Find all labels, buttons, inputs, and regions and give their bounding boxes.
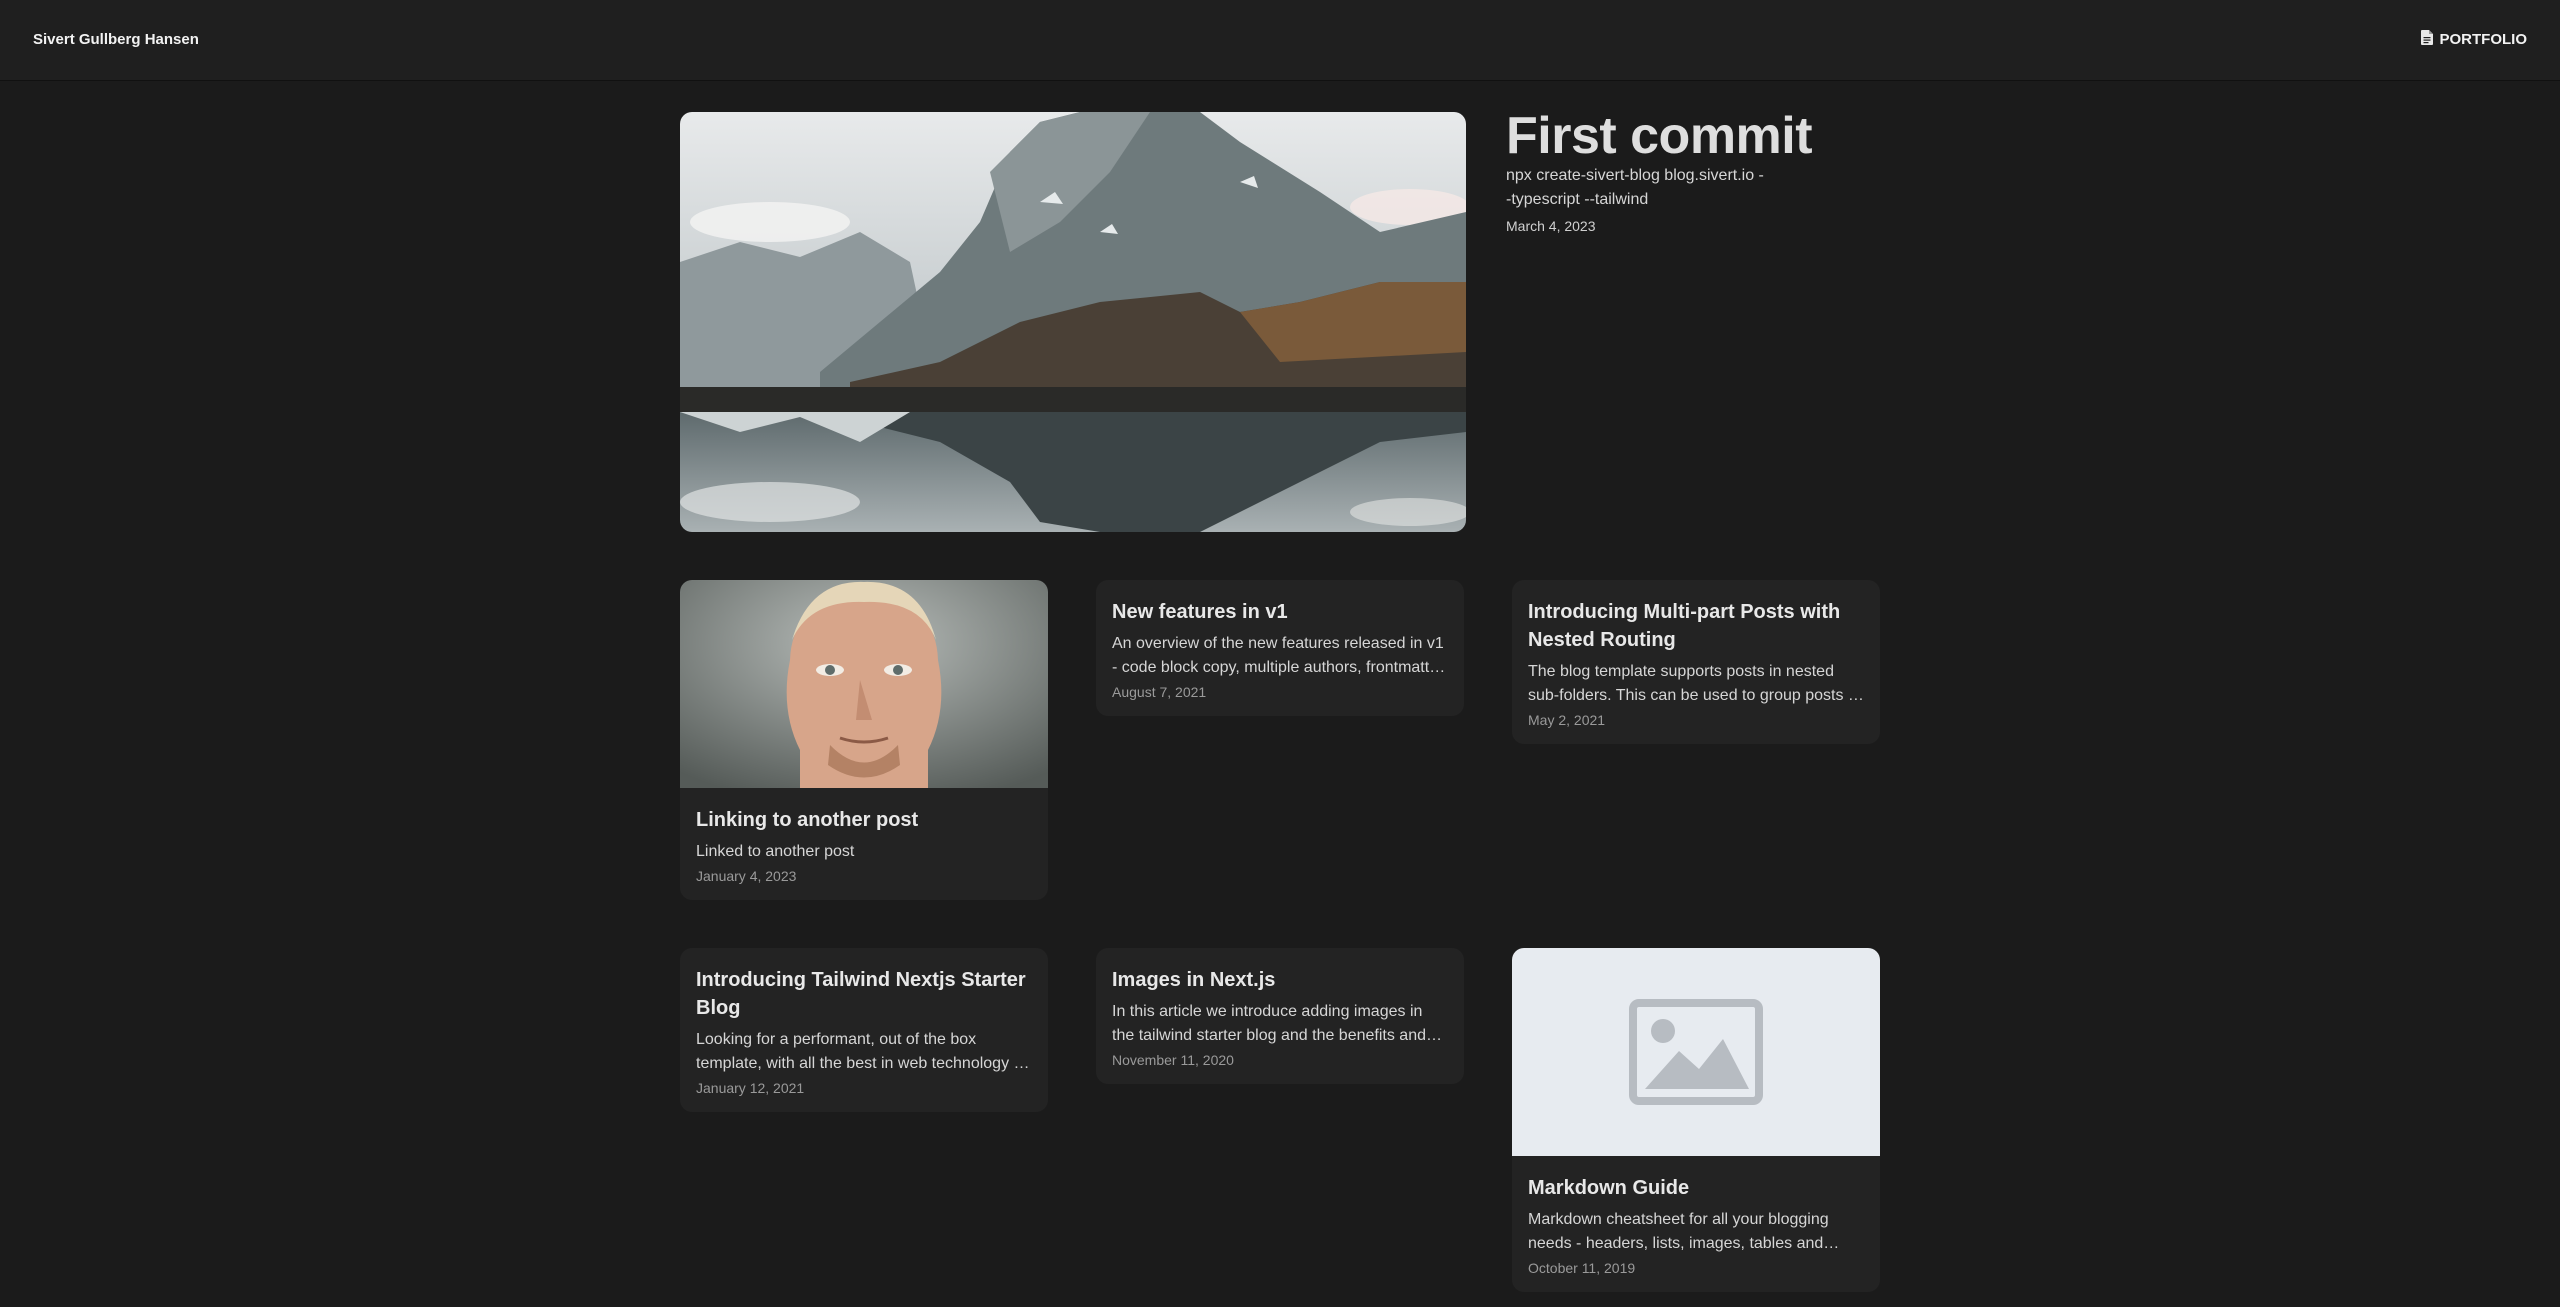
hero-image[interactable] [680, 112, 1466, 532]
post-card[interactable]: Introducing Tailwind Nextjs Starter Blog… [680, 948, 1048, 1112]
post-cover-image [680, 580, 1048, 788]
post-date: May 2, 2021 [1528, 712, 1606, 728]
post-title[interactable]: Linking to another post [696, 806, 1032, 834]
post-date: August 7, 2021 [1112, 684, 1207, 700]
portfolio-link[interactable]: PORTFOLIO [2420, 30, 2528, 49]
image-placeholder [1512, 948, 1880, 1156]
post-date: January 12, 2021 [696, 1080, 805, 1096]
post-description: An overview of the new features released… [1112, 635, 1444, 676]
post-date: January 4, 2023 [696, 868, 797, 884]
post-description: In this article we introduce adding imag… [1112, 1003, 1426, 1044]
hero-post-date: March 4, 2023 [1506, 218, 1596, 234]
document-icon [2420, 30, 2433, 49]
site-name-link[interactable]: Sivert Gullberg Hansen [33, 31, 199, 48]
post-title[interactable]: Introducing Multi-part Posts with Nested… [1528, 598, 1864, 654]
post-card[interactable]: New features in v1 An overview of the ne… [1096, 580, 1464, 716]
post-card[interactable]: Markdown Guide Markdown cheatsheet for a… [1512, 948, 1880, 1292]
post-card[interactable]: Images in Next.js In this article we int… [1096, 948, 1464, 1084]
portfolio-label: PORTFOLIO [2439, 31, 2528, 48]
post-description: Markdown cheatsheet for all your bloggin… [1528, 1211, 1829, 1252]
post-description: The blog template supports posts in nest… [1528, 663, 1862, 704]
post-card[interactable]: Linking to another post Linked to anothe… [680, 580, 1048, 900]
post-description: Looking for a performant, out of the box… [696, 1031, 1027, 1072]
top-nav-bar: Sivert Gullberg Hansen PORTFOLIO [0, 0, 2560, 80]
post-card[interactable]: Introducing Multi-part Posts with Nested… [1512, 580, 1880, 744]
post-title[interactable]: Images in Next.js [1112, 966, 1448, 994]
post-title[interactable]: Introducing Tailwind Nextjs Starter Blog [696, 966, 1032, 1022]
hero-post-title[interactable]: First commit [1506, 106, 1813, 166]
image-placeholder-icon [1629, 999, 1763, 1105]
post-description: Linked to another post [696, 843, 855, 860]
post-date: November 11, 2020 [1112, 1052, 1234, 1068]
post-date: October 11, 2019 [1528, 1260, 1636, 1276]
post-title[interactable]: New features in v1 [1112, 598, 1448, 626]
hero-post-description: npx create-sivert-blog blog.sivert.io --… [1506, 167, 1764, 208]
post-title[interactable]: Markdown Guide [1528, 1174, 1864, 1202]
